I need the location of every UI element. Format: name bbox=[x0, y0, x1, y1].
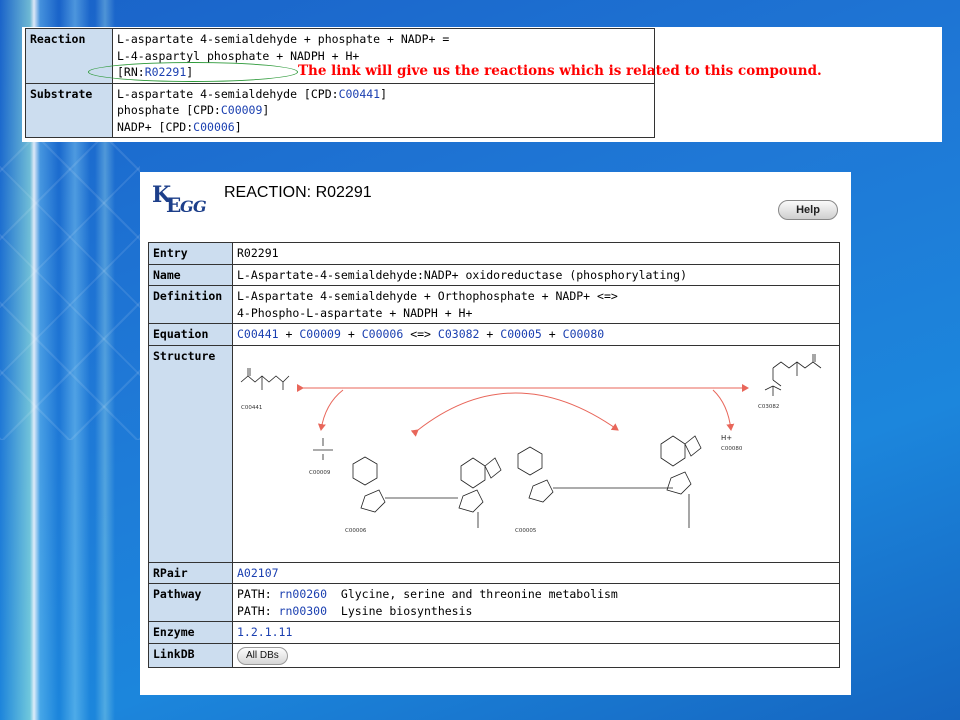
plus-sign: + bbox=[285, 327, 293, 341]
molecule-c03082 bbox=[764, 353, 822, 396]
cpd-link-c00441[interactable]: C00441 bbox=[237, 327, 279, 341]
equation-header: Equation bbox=[148, 323, 233, 346]
substrate-suffix: ] bbox=[262, 103, 270, 117]
pathway-name: Lysine biosynthesis bbox=[340, 603, 473, 618]
cpd-link-c03082[interactable]: C03082 bbox=[438, 327, 480, 341]
rpair-link[interactable]: A02107 bbox=[237, 566, 279, 580]
cpd-link[interactable]: C00441 bbox=[339, 87, 381, 101]
substrate-item: L-aspartate 4-semialdehyde [CPD:C00441] bbox=[117, 86, 650, 103]
substrate-item: NADP+ [CPD:C00006] bbox=[117, 119, 650, 136]
molecule-c00009 bbox=[313, 437, 333, 460]
substrate-suffix: ] bbox=[234, 119, 242, 134]
substrate-cell: L-aspartate 4-semialdehyde [CPD:C00441] … bbox=[112, 82, 655, 138]
compound-table: Reaction L-aspartate 4-semialdehyde + ph… bbox=[25, 28, 655, 138]
cpd-link-c00080[interactable]: C00080 bbox=[563, 327, 605, 341]
pathway-prefix: PATH: bbox=[237, 603, 272, 618]
entry-header: Entry bbox=[148, 242, 233, 265]
caption-c00005: C00005 bbox=[515, 528, 537, 534]
molecule-c00441 bbox=[240, 367, 290, 390]
plus-sign: + bbox=[347, 327, 355, 341]
definition-header: Definition bbox=[148, 285, 233, 324]
substrate-suffix: ] bbox=[380, 86, 388, 101]
kegg-reaction-page: K E G G REACTION: R02291 Help Entry R022… bbox=[140, 172, 851, 695]
reaction-structure-diagram: C00441 C03082 C00009 C00006 C00005 H+ C0… bbox=[240, 353, 822, 534]
highlight-ellipse bbox=[88, 62, 298, 82]
cpd-link-c00006[interactable]: C00006 bbox=[362, 327, 404, 341]
caption-c00441: C00441 bbox=[241, 405, 262, 411]
structure-cell: C00441 C03082 C00009 C00006 C00005 H+ C0… bbox=[232, 344, 840, 563]
caption-c03082: C03082 bbox=[758, 404, 779, 410]
svg-text:E: E bbox=[166, 193, 181, 217]
h-plus-label: H+ bbox=[721, 434, 732, 442]
help-button[interactable]: Help bbox=[778, 200, 838, 220]
structure-header: Structure bbox=[148, 344, 233, 563]
substrate-header: Substrate bbox=[25, 82, 113, 138]
cpd-link-c00005[interactable]: C00005 bbox=[500, 327, 542, 341]
caption-c00009: C00009 bbox=[309, 470, 331, 476]
kegg-logo: K E G G bbox=[152, 182, 207, 217]
pathway-row: PATH: rn00300 Lysine biosynthesis bbox=[237, 603, 835, 620]
equation-cell: C00441 + C00009 + C00006 <=> C03082 + C0… bbox=[232, 323, 840, 346]
pathway-cell: PATH: rn00260 Glycine, serine and threon… bbox=[232, 583, 840, 622]
pathway-prefix: PATH: bbox=[237, 587, 272, 601]
name-value: L-Aspartate-4-semialdehyde:NADP+ oxidore… bbox=[232, 263, 840, 286]
rpair-header: RPair bbox=[148, 561, 233, 584]
name-header: Name bbox=[148, 263, 233, 286]
enzyme-header: Enzyme bbox=[148, 621, 233, 644]
reaction-detail-table: Entry R02291 Name L-Aspartate-4-semialde… bbox=[148, 242, 840, 668]
background-grid-decoration bbox=[0, 140, 140, 440]
pathway-link[interactable]: rn00300 bbox=[279, 604, 327, 618]
reaction-arrows bbox=[297, 383, 749, 437]
rpair-cell: A02107 bbox=[232, 561, 840, 584]
cpd-link-c00009[interactable]: C00009 bbox=[299, 327, 341, 341]
linkdb-header: LinkDB bbox=[148, 642, 233, 668]
annotation-text: The link will give us the reactions whic… bbox=[298, 63, 822, 79]
plus-sign: + bbox=[548, 327, 556, 341]
pathway-header: Pathway bbox=[148, 583, 233, 622]
caption-c00080: C00080 bbox=[721, 446, 743, 452]
enzyme-link[interactable]: 1.2.1.11 bbox=[237, 625, 292, 639]
substrate-text: phosphate [CPD: bbox=[117, 103, 221, 117]
definition-line-1: L-Aspartate 4-semialdehyde + Orthophosph… bbox=[237, 289, 618, 303]
compound-reaction-panel: Reaction L-aspartate 4-semialdehyde + ph… bbox=[22, 27, 942, 142]
reaction-line-1: L-aspartate 4-semialdehyde + phosphate +… bbox=[117, 32, 450, 46]
definition-cell: L-Aspartate 4-semialdehyde + Orthophosph… bbox=[232, 285, 840, 324]
cpd-link[interactable]: C00009 bbox=[221, 103, 263, 117]
pathway-name: Glycine, serine and threonine metabolism bbox=[340, 587, 618, 601]
plus-sign: + bbox=[486, 327, 494, 341]
pathway-row: PATH: rn00260 Glycine, serine and threon… bbox=[237, 586, 835, 603]
definition-line-2: 4-Phospho-L-aspartate + NADPH + H+ bbox=[237, 305, 473, 320]
substrate-text: NADP+ [CPD: bbox=[117, 119, 194, 134]
cpd-link[interactable]: C00006 bbox=[193, 120, 235, 134]
all-dbs-button[interactable]: All DBs bbox=[237, 646, 288, 665]
molecule-c00005 bbox=[517, 434, 702, 528]
substrate-item: phosphate [CPD:C00009] bbox=[117, 102, 650, 119]
pathway-link[interactable]: rn00260 bbox=[279, 587, 327, 601]
entry-value: R02291 bbox=[232, 242, 840, 265]
equilibrium-arrow: <=> bbox=[410, 327, 431, 341]
substrate-text: L-aspartate 4-semialdehyde [CPD: bbox=[117, 86, 339, 101]
svg-text:G: G bbox=[193, 197, 207, 216]
molecule-c00006 bbox=[352, 456, 502, 528]
page-title: REACTION: R02291 bbox=[224, 184, 372, 201]
enzyme-cell: 1.2.1.11 bbox=[232, 621, 840, 644]
svg-text:G: G bbox=[180, 197, 194, 216]
linkdb-cell: All DBs bbox=[232, 642, 840, 668]
caption-c00006: C00006 bbox=[345, 528, 367, 534]
